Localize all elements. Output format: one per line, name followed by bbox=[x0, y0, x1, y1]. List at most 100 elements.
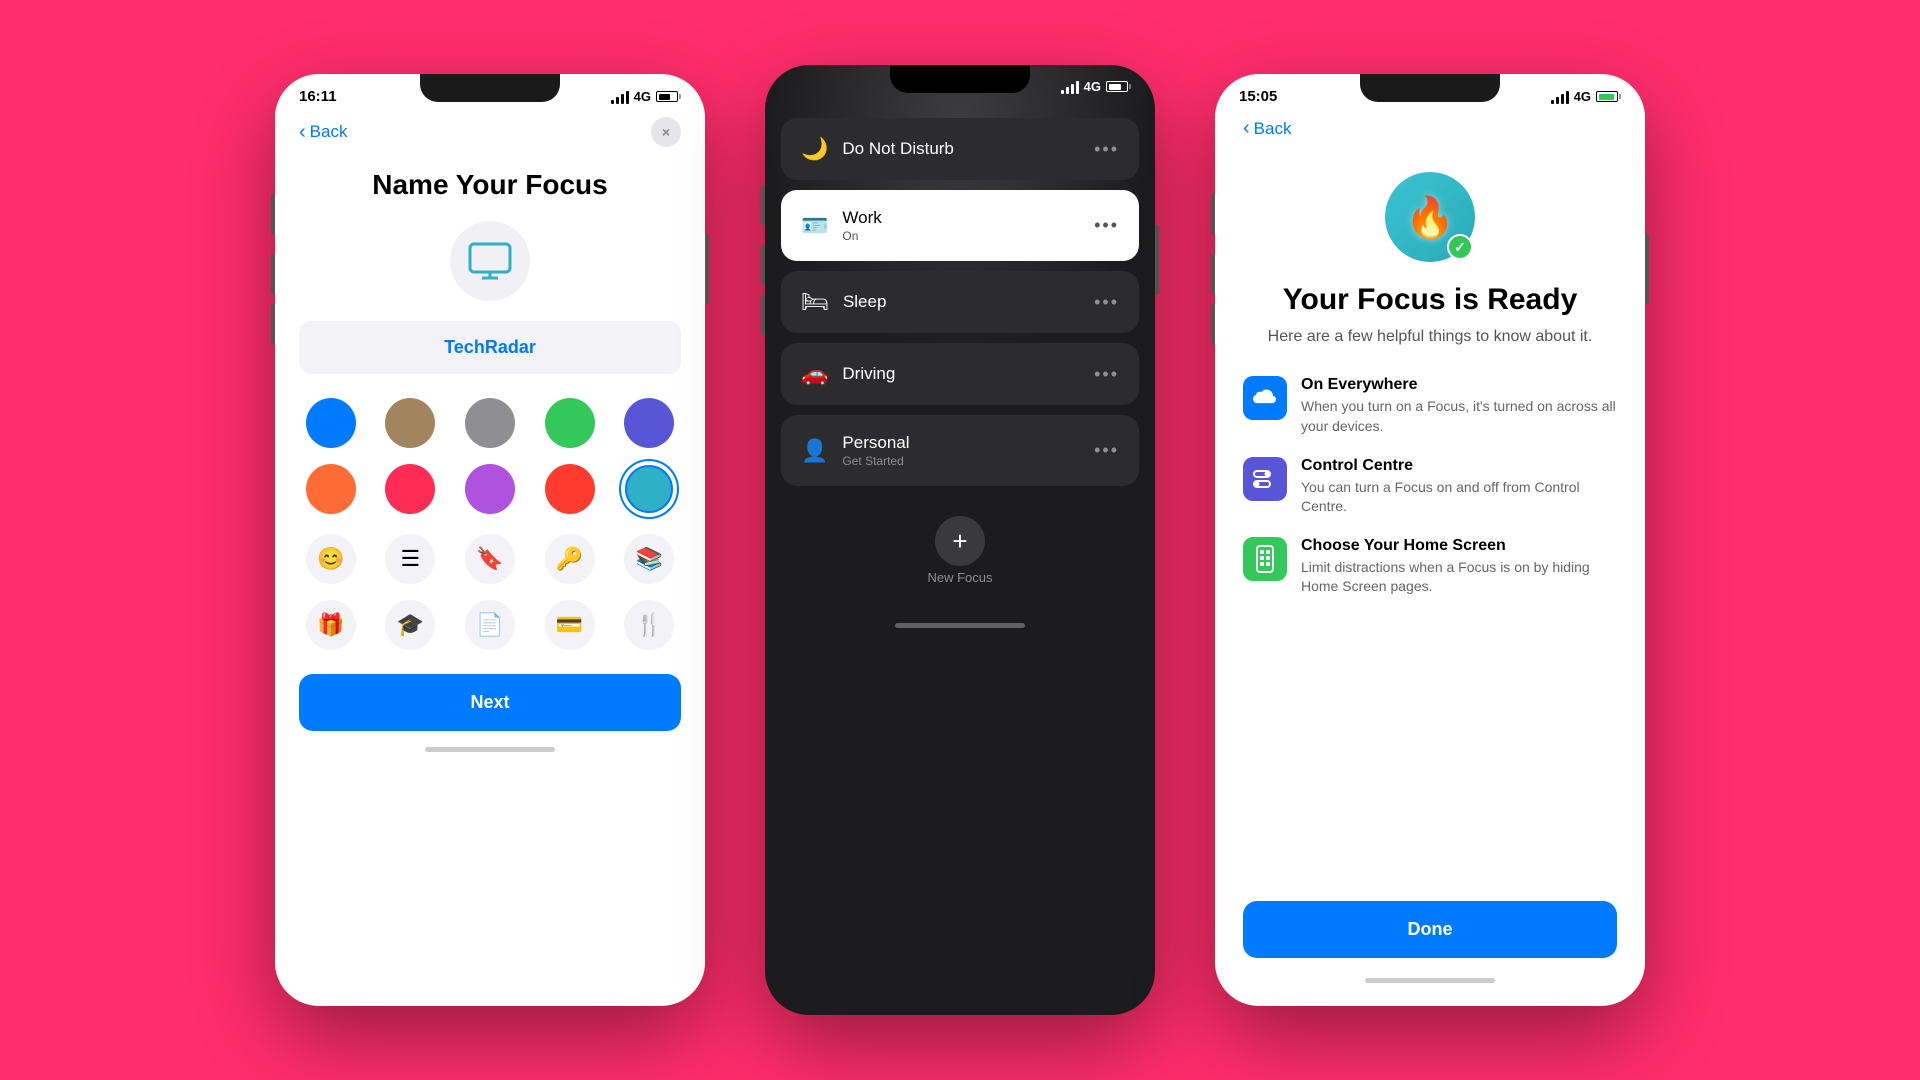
color-tan[interactable] bbox=[385, 398, 435, 448]
feature-item-everywhere: On Everywhere When you turn on a Focus, … bbox=[1243, 376, 1617, 436]
close-icon-1: × bbox=[662, 124, 670, 140]
icon-document[interactable]: 📄 bbox=[465, 600, 515, 650]
app-icon-large: 🔥 ✓ bbox=[1385, 172, 1475, 262]
focus-item-driving-left: 🚗 Driving bbox=[801, 361, 895, 387]
color-teal[interactable] bbox=[624, 464, 674, 514]
feature-desc-home: Limit distractions when a Focus is on by… bbox=[1301, 558, 1617, 597]
screen-2: 4G 🌙 Do Not Disturb ••• bbox=[765, 65, 1155, 1015]
focus-item-personal-name: Personal bbox=[842, 433, 909, 453]
focus-item-work-text: Work On bbox=[842, 208, 881, 243]
notch-1 bbox=[420, 74, 560, 102]
feature-title-home: Choose Your Home Screen bbox=[1301, 537, 1617, 555]
moon-icon: 🌙 bbox=[801, 136, 828, 162]
icon-key[interactable]: 🔑 bbox=[545, 534, 595, 584]
nav-bar-3: ‹ Back bbox=[1243, 109, 1617, 152]
network-type-2: 4G bbox=[1084, 79, 1101, 94]
notch-2 bbox=[890, 65, 1030, 93]
feature-item-home: Choose Your Home Screen Limit distractio… bbox=[1243, 537, 1617, 597]
battery-icon-3 bbox=[1596, 91, 1621, 102]
focus-item-dnd-text: Do Not Disturb bbox=[842, 139, 953, 159]
color-blue[interactable] bbox=[306, 398, 356, 448]
feature-text-home: Choose Your Home Screen Limit distractio… bbox=[1301, 537, 1617, 597]
network-type-1: 4G bbox=[634, 89, 651, 104]
focus-item-work[interactable]: 🪪 Work On ••• bbox=[781, 190, 1139, 261]
nav-bar-1: ‹ Back × bbox=[299, 109, 681, 159]
focus-item-sleep-dots[interactable]: ••• bbox=[1094, 292, 1119, 313]
network-type-3: 4G bbox=[1574, 89, 1591, 104]
signal-icon-1 bbox=[611, 90, 629, 104]
status-icons-1: 4G bbox=[611, 89, 681, 104]
back-button-1[interactable]: ‹ Back bbox=[299, 121, 347, 144]
feature-text-everywhere: On Everywhere When you turn on a Focus, … bbox=[1301, 376, 1617, 436]
focus-item-work-left: 🪪 Work On bbox=[801, 208, 882, 243]
chevron-left-icon-3: ‹ bbox=[1243, 117, 1250, 140]
sleep-icon: 🛏 bbox=[801, 289, 829, 315]
focus-item-dnd-dots[interactable]: ••• bbox=[1094, 139, 1119, 160]
toggle-icon bbox=[1243, 457, 1287, 501]
add-section: + New Focus bbox=[781, 506, 1139, 593]
focus-item-work-name: Work bbox=[842, 208, 881, 228]
icon-graduation[interactable]: 🎓 bbox=[385, 600, 435, 650]
focus-item-sleep-text: Sleep bbox=[843, 292, 886, 312]
next-button[interactable]: Next bbox=[299, 674, 681, 731]
time-3: 15:05 bbox=[1239, 88, 1277, 105]
icon-books[interactable]: 📚 bbox=[624, 534, 674, 584]
screen-3: 15:05 4G bbox=[1215, 74, 1645, 1006]
ready-subtitle: Here are a few helpful things to know ab… bbox=[1243, 326, 1617, 348]
color-orange[interactable] bbox=[306, 464, 356, 514]
focus-item-driving-text: Driving bbox=[842, 364, 895, 384]
focus-item-work-sub: On bbox=[842, 229, 881, 243]
icon-fork[interactable]: 🍴 bbox=[624, 600, 674, 650]
focus-item-personal[interactable]: 👤 Personal Get Started ••• bbox=[781, 415, 1139, 486]
color-pink[interactable] bbox=[385, 464, 435, 514]
work-icon: 🪪 bbox=[801, 213, 828, 239]
add-button[interactable]: + bbox=[935, 516, 985, 566]
focus-list: 🌙 Do Not Disturb ••• 🪪 Work On ••• bbox=[765, 98, 1155, 613]
color-grid bbox=[299, 398, 681, 514]
icon-emoji[interactable]: 😊 bbox=[306, 534, 356, 584]
car-icon: 🚗 bbox=[801, 361, 828, 387]
home-indicator-1 bbox=[425, 747, 555, 752]
feature-title-control: Control Centre bbox=[1301, 457, 1617, 475]
icon-gift[interactable]: 🎁 bbox=[306, 600, 356, 650]
back-button-3[interactable]: ‹ Back bbox=[1243, 117, 1291, 140]
notch-3 bbox=[1360, 74, 1500, 102]
add-label: New Focus bbox=[927, 570, 992, 585]
time-1: 16:11 bbox=[299, 88, 337, 105]
color-green[interactable] bbox=[545, 398, 595, 448]
name-input[interactable]: TechRadar bbox=[299, 321, 681, 374]
focus-item-work-dots[interactable]: ••• bbox=[1094, 215, 1119, 236]
feature-text-control: Control Centre You can turn a Focus on a… bbox=[1301, 457, 1617, 517]
back-label-1: Back bbox=[310, 122, 348, 142]
icon-list[interactable]: ☰ bbox=[385, 534, 435, 584]
focus-item-sleep[interactable]: 🛏 Sleep ••• bbox=[781, 271, 1139, 333]
icon-grid: 😊 ☰ 🔖 🔑 📚 🎁 🎓 📄 💳 🍴 bbox=[299, 534, 681, 650]
close-button-1[interactable]: × bbox=[651, 117, 681, 147]
focus-item-driving-dots[interactable]: ••• bbox=[1094, 364, 1119, 385]
screen-title-1: Name Your Focus bbox=[299, 169, 681, 201]
screen1-content: ‹ Back × Name Your Focus bbox=[275, 109, 705, 991]
cloud-icon bbox=[1243, 376, 1287, 420]
feature-desc-everywhere: When you turn on a Focus, it's turned on… bbox=[1301, 397, 1617, 436]
focus-item-driving-name: Driving bbox=[842, 364, 895, 384]
color-purple[interactable] bbox=[624, 398, 674, 448]
color-red[interactable] bbox=[545, 464, 595, 514]
back-label-3: Back bbox=[1254, 119, 1292, 139]
focus-item-personal-dots[interactable]: ••• bbox=[1094, 440, 1119, 461]
phone-1: 16:11 4G bbox=[275, 74, 705, 1006]
focus-item-driving[interactable]: 🚗 Driving ••• bbox=[781, 343, 1139, 405]
focus-item-sleep-left: 🛏 Sleep bbox=[801, 289, 886, 315]
focus-item-dnd-name: Do Not Disturb bbox=[842, 139, 953, 159]
battery-icon-1 bbox=[656, 91, 681, 102]
checkmark-badge: ✓ bbox=[1447, 234, 1473, 260]
plus-icon: + bbox=[952, 526, 967, 557]
color-violet[interactable] bbox=[465, 464, 515, 514]
color-gray[interactable] bbox=[465, 398, 515, 448]
signal-icon-3 bbox=[1551, 90, 1569, 104]
icon-card[interactable]: 💳 bbox=[545, 600, 595, 650]
done-button[interactable]: Done bbox=[1243, 901, 1617, 958]
focus-item-dnd[interactable]: 🌙 Do Not Disturb ••• bbox=[781, 118, 1139, 180]
phone-screen-icon bbox=[1243, 537, 1287, 581]
icon-bookmark[interactable]: 🔖 bbox=[465, 534, 515, 584]
focus-item-personal-left: 👤 Personal Get Started bbox=[801, 433, 910, 468]
